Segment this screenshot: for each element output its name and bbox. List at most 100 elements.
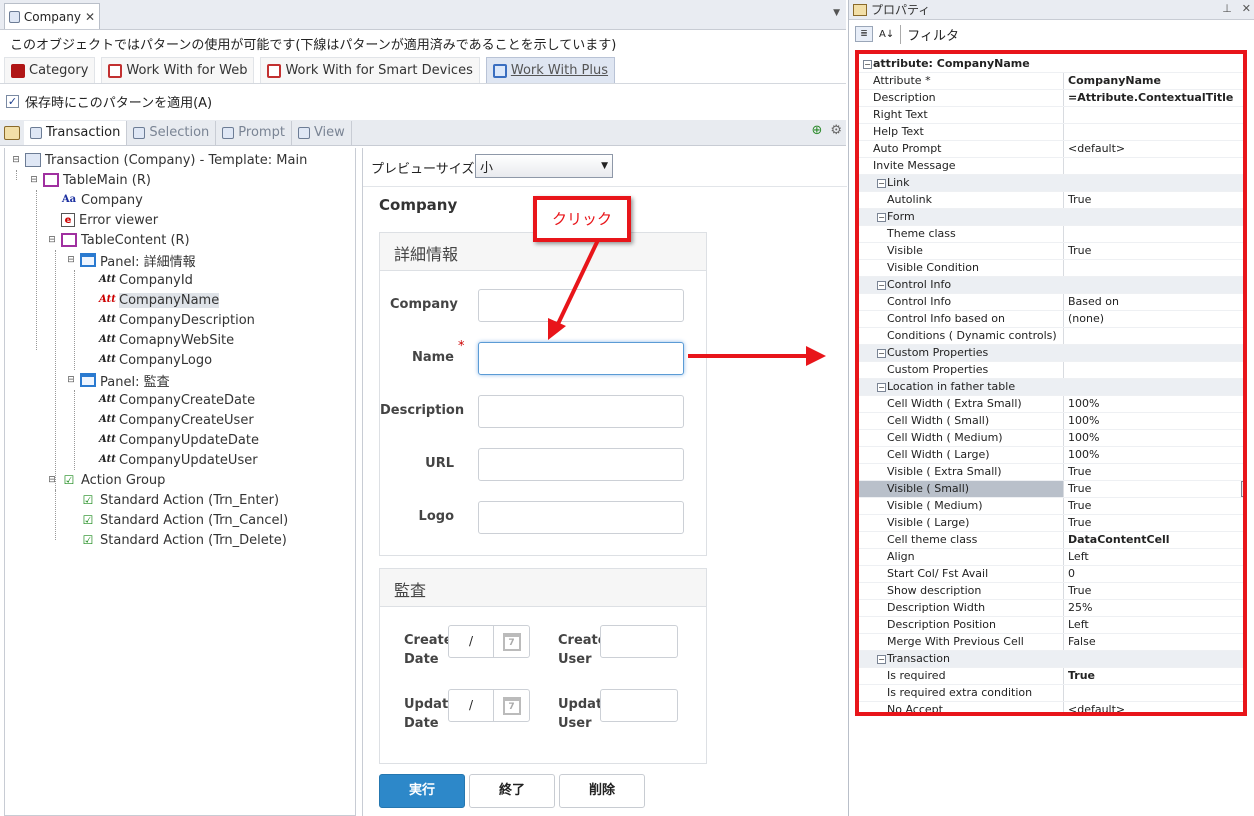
tab-selection[interactable]: Selection: [127, 120, 217, 145]
property-row[interactable]: Description Width 25%: [859, 600, 1243, 617]
end-button[interactable]: 終了: [469, 774, 555, 808]
property-row[interactable]: Cell Width ( Extra Small) 100%: [859, 396, 1243, 413]
create-date-input[interactable]: /7: [448, 625, 530, 658]
calendar-icon[interactable]: 7: [493, 626, 529, 657]
tree-node-updatedate[interactable]: Att CompanyUpdateDate: [85, 430, 259, 450]
property-value[interactable]: 100%: [1063, 413, 1243, 429]
property-value[interactable]: [1063, 260, 1243, 276]
property-value[interactable]: Left: [1063, 617, 1243, 633]
close-icon[interactable]: ✕: [1242, 2, 1251, 15]
tab-transaction[interactable]: Transaction: [24, 120, 128, 145]
property-value[interactable]: True: [1063, 515, 1243, 531]
property-value[interactable]: [1063, 362, 1243, 378]
tree-node-companywebsite[interactable]: Att ComapnyWebSite: [85, 330, 234, 350]
property-value[interactable]: 25%: [1063, 600, 1243, 616]
tab-category[interactable]: Category: [4, 57, 96, 83]
property-value[interactable]: False: [1063, 634, 1243, 650]
tree-node-createdate[interactable]: Att CompanyCreateDate: [85, 390, 255, 410]
collapse-icon[interactable]: −: [863, 60, 872, 69]
calendar-icon[interactable]: 7: [493, 690, 529, 721]
property-category[interactable]: − Transaction: [859, 651, 1243, 668]
property-row[interactable]: Cell Width ( Small) 100%: [859, 413, 1243, 430]
property-value[interactable]: Left: [1063, 549, 1243, 565]
property-category[interactable]: − Link: [859, 175, 1243, 192]
property-row[interactable]: Cell Width ( Large) 100%: [859, 447, 1243, 464]
gear-icon[interactable]: ⚙: [830, 123, 842, 138]
collapse-icon[interactable]: −: [877, 179, 886, 188]
property-category[interactable]: − Location in father table: [859, 379, 1243, 396]
property-value[interactable]: True: [1063, 192, 1243, 208]
property-row[interactable]: Cell Width ( Medium) 100%: [859, 430, 1243, 447]
property-value[interactable]: [1063, 158, 1243, 174]
chevron-down-icon[interactable]: ▼: [833, 8, 840, 18]
property-row[interactable]: Auto Prompt <default>: [859, 141, 1243, 158]
collapse-icon[interactable]: ⊟: [29, 175, 39, 185]
property-value[interactable]: DataContentCell: [1063, 532, 1243, 548]
property-value[interactable]: True: [1063, 668, 1243, 684]
property-row[interactable]: Show description True: [859, 583, 1243, 600]
property-row[interactable]: Visible ( Small)True▼: [859, 481, 1243, 498]
tree-node-trn-enter[interactable]: ☑ Standard Action (Trn_Enter): [66, 490, 279, 510]
tree-node-trn-delete[interactable]: ☑ Standard Action (Trn_Delete): [66, 530, 287, 550]
property-value[interactable]: True: [1063, 481, 1243, 497]
run-button[interactable]: 実行: [379, 774, 465, 808]
property-row[interactable]: Visible ( Large) True: [859, 515, 1243, 532]
tree-node-updateuser[interactable]: Att CompanyUpdateUser: [85, 450, 258, 470]
property-value[interactable]: 100%: [1063, 430, 1243, 446]
property-row[interactable]: Visible Condition: [859, 260, 1243, 277]
property-row[interactable]: Right Text: [859, 107, 1243, 124]
description-input[interactable]: [478, 395, 684, 428]
update-date-input[interactable]: /7: [448, 689, 530, 722]
property-value[interactable]: 0: [1063, 566, 1243, 582]
property-value[interactable]: <default>: [1063, 702, 1243, 712]
collapse-icon[interactable]: ⊟: [47, 475, 57, 485]
property-row[interactable]: Control Info Based on: [859, 294, 1243, 311]
tree-node-companydescription[interactable]: Att CompanyDescription: [85, 310, 255, 330]
add-icon[interactable]: ⊕: [811, 123, 822, 138]
property-row[interactable]: Is required True: [859, 668, 1243, 685]
collapse-icon[interactable]: −: [877, 213, 886, 222]
tab-work-with-smart-devices[interactable]: Work With for Smart Devices: [260, 57, 480, 83]
property-category[interactable]: − Custom Properties: [859, 345, 1243, 362]
property-value[interactable]: =Attribute.ContextualTitle: [1063, 90, 1243, 106]
filter-label[interactable]: フィルタ: [900, 24, 959, 44]
tab-prompt[interactable]: Prompt: [216, 120, 292, 145]
property-row[interactable]: Invite Message: [859, 158, 1243, 175]
tree-node-error-viewer[interactable]: e Error viewer: [47, 210, 158, 230]
property-row[interactable]: Merge With Previous Cell False: [859, 634, 1243, 651]
tree-node-companyname[interactable]: Att CompanyName: [85, 290, 220, 310]
property-row[interactable]: Conditions ( Dynamic controls): [859, 328, 1243, 345]
collapse-icon[interactable]: −: [877, 349, 886, 358]
property-category[interactable]: − Form: [859, 209, 1243, 226]
property-row[interactable]: Custom Properties: [859, 362, 1243, 379]
collapse-icon[interactable]: ⊟: [66, 375, 76, 385]
tree-node-createuser[interactable]: Att CompanyCreateUser: [85, 410, 254, 430]
property-value[interactable]: [1063, 685, 1243, 701]
tree-node-action-group[interactable]: ⊟ ☑ Action Group: [47, 470, 165, 490]
property-value[interactable]: Based on: [1063, 294, 1243, 310]
property-value[interactable]: [1063, 124, 1243, 140]
tree-node-transaction[interactable]: ⊟ Transaction (Company) - Template: Main: [11, 150, 307, 170]
property-row[interactable]: Theme class: [859, 226, 1243, 243]
tree-node-panel-audit[interactable]: ⊟ Panel: 監査: [66, 370, 170, 390]
property-row[interactable]: Is required extra condition: [859, 685, 1243, 702]
tab-view[interactable]: View: [292, 120, 352, 145]
collapse-icon[interactable]: −: [877, 281, 886, 290]
close-icon[interactable]: ✕: [85, 10, 95, 24]
property-value[interactable]: <default>: [1063, 141, 1243, 157]
property-category[interactable]: − Control Info: [859, 277, 1243, 294]
property-value[interactable]: [1063, 328, 1243, 344]
property-row[interactable]: Description Position Left: [859, 617, 1243, 634]
property-value[interactable]: [1063, 226, 1243, 242]
pin-icon[interactable]: ⊥: [1222, 2, 1232, 15]
collapse-icon[interactable]: ⊟: [66, 255, 76, 265]
property-value[interactable]: True: [1063, 464, 1243, 480]
tree-node-trn-cancel[interactable]: ☑ Standard Action (Trn_Cancel): [66, 510, 289, 530]
property-row[interactable]: Attribute * CompanyName: [859, 73, 1243, 90]
company-input[interactable]: [478, 289, 684, 322]
tree-node-companylogo[interactable]: Att CompanyLogo: [85, 350, 212, 370]
apply-on-save-checkbox[interactable]: ✓: [6, 95, 19, 108]
property-value[interactable]: (none): [1063, 311, 1243, 327]
property-value[interactable]: True: [1063, 498, 1243, 514]
property-row[interactable]: Help Text: [859, 124, 1243, 141]
